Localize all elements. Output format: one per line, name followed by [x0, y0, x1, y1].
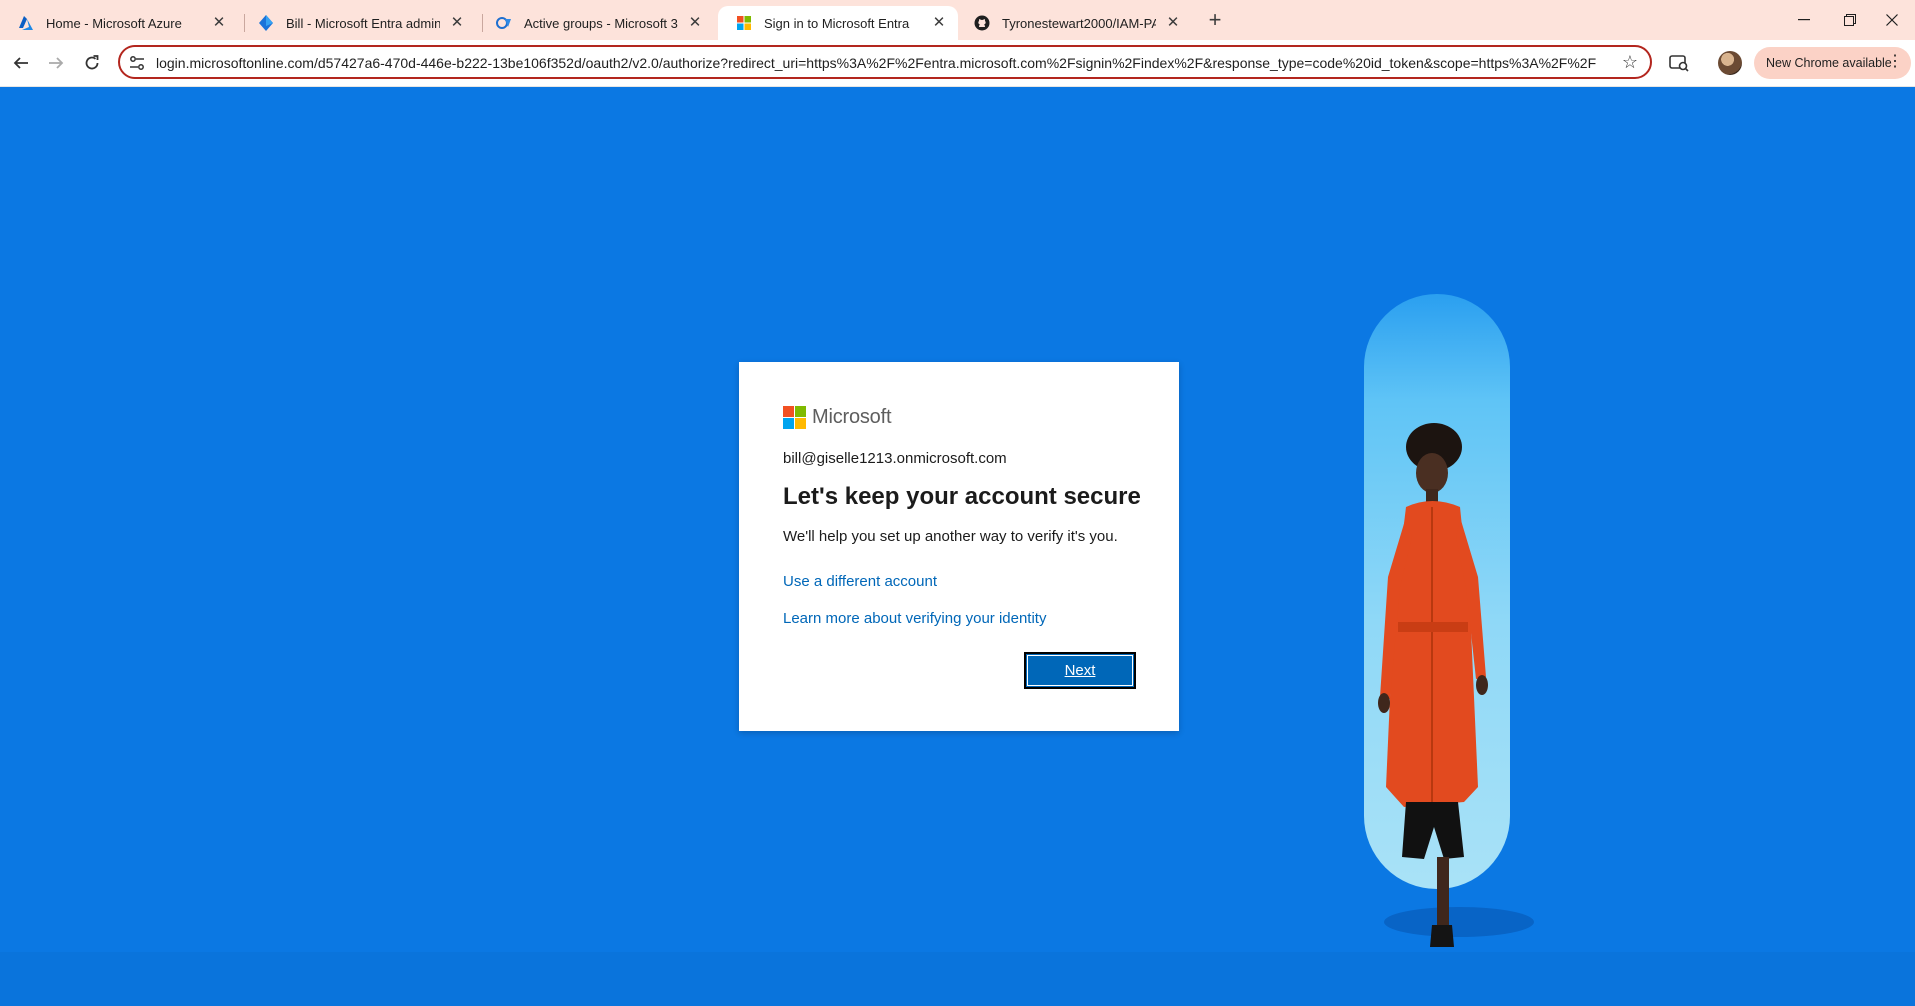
close-icon[interactable]: ✕ — [210, 14, 228, 32]
tab-title: Bill - Microsoft Entra admin cen — [286, 15, 440, 31]
tab-search-icon[interactable] — [1665, 49, 1693, 77]
profile-avatar[interactable] — [1718, 51, 1742, 75]
close-icon[interactable]: ✕ — [930, 14, 948, 32]
chrome-update-button[interactable]: New Chrome available ⋮ — [1754, 47, 1911, 79]
browser-toolbar: login.microsoftonline.com/d57427a6-470d-… — [0, 40, 1915, 87]
background-floor — [0, 952, 1915, 1006]
use-different-account-link[interactable]: Use a different account — [783, 573, 937, 590]
site-settings-icon[interactable] — [128, 54, 146, 72]
microsoft-icon — [736, 15, 752, 31]
learn-more-link[interactable]: Learn more about verifying your identity — [783, 610, 1046, 627]
chrome-update-label: New Chrome available — [1766, 56, 1892, 70]
close-window-button[interactable] — [1869, 0, 1915, 40]
forward-button[interactable] — [41, 48, 71, 78]
microsoft-logo: Microsoft — [783, 406, 892, 429]
tab-strip: Home - Microsoft Azure ✕ Bill - Microsof… — [0, 0, 1915, 40]
close-icon[interactable]: ✕ — [1164, 14, 1182, 32]
back-button[interactable] — [6, 48, 36, 78]
tab-title: Sign in to Microsoft Entra — [764, 15, 910, 31]
tab-title: Home - Microsoft Azure — [46, 15, 182, 31]
close-icon[interactable]: ✕ — [686, 14, 704, 32]
tab-title: Active groups - Microsoft 365 a — [524, 15, 678, 31]
signin-page: Microsoft bill@giselle1213.onmicrosoft.c… — [0, 87, 1915, 1006]
brand-name: Microsoft — [812, 406, 892, 428]
m365-admin-icon — [496, 15, 512, 31]
close-icon[interactable]: ✕ — [448, 14, 466, 32]
restore-button[interactable] — [1827, 0, 1873, 40]
microsoft-logo-icon — [783, 406, 806, 429]
next-button[interactable]: Next — [1024, 652, 1136, 689]
azure-icon — [18, 15, 34, 31]
minimize-button[interactable] — [1781, 0, 1827, 40]
tab-active-groups[interactable]: Active groups - Microsoft 365 a ✕ — [478, 6, 714, 40]
account-identity: bill@giselle1213.onmicrosoft.com — [783, 450, 1007, 467]
arrow-right-icon — [49, 57, 64, 69]
reload-button[interactable] — [77, 48, 107, 78]
more-menu-icon[interactable]: ⋮ — [1887, 53, 1903, 71]
url-text[interactable]: login.microsoftonline.com/d57427a6-470d-… — [156, 55, 1596, 71]
tab-github[interactable]: Tyronestewart2000/IAM-PAM-P ✕ — [956, 6, 1192, 40]
bookmark-star-icon[interactable]: ☆ — [1622, 52, 1638, 73]
signin-card: Microsoft bill@giselle1213.onmicrosoft.c… — [739, 362, 1179, 731]
github-icon — [974, 15, 990, 31]
arrow-left-icon — [13, 57, 28, 69]
reload-icon — [85, 55, 99, 70]
tab-title: Tyronestewart2000/IAM-PAM-P — [1002, 15, 1156, 31]
tab-sign-in-entra[interactable]: Sign in to Microsoft Entra ✕ — [718, 6, 958, 40]
new-tab-button[interactable]: + — [1202, 9, 1228, 33]
person-illustration — [1378, 423, 1488, 947]
tab-home-azure[interactable]: Home - Microsoft Azure ✕ — [0, 6, 238, 40]
address-bar[interactable]: login.microsoftonline.com/d57427a6-470d-… — [118, 45, 1652, 79]
page-title: Let's keep your account secure — [783, 483, 1141, 510]
tab-entra-admin[interactable]: Bill - Microsoft Entra admin cen ✕ — [240, 6, 476, 40]
description-text: We'll help you set up another way to ver… — [783, 528, 1118, 545]
entra-icon — [258, 15, 274, 31]
